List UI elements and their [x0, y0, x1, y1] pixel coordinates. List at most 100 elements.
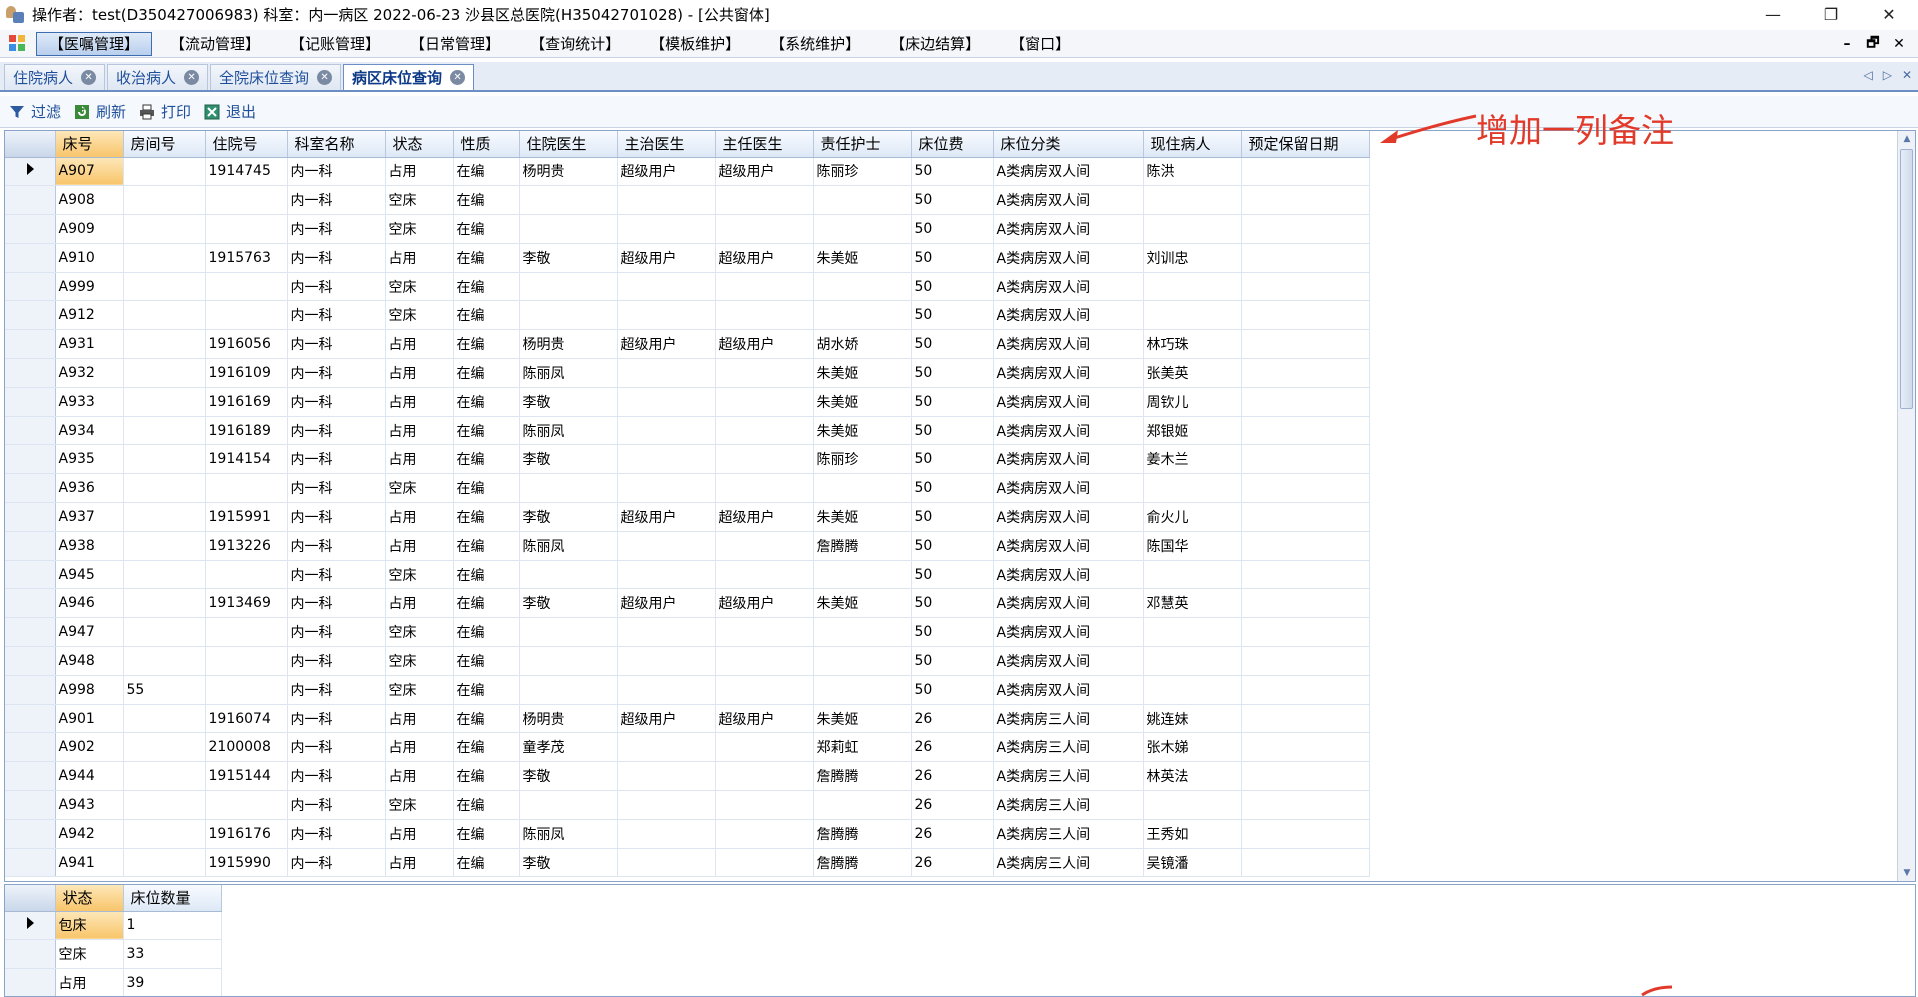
bed-cell[interactable]: A909: [55, 214, 124, 244]
summary-cell[interactable]: 33: [123, 939, 222, 970]
bed-column-header[interactable]: 性质: [453, 131, 520, 158]
bed-cell[interactable]: 杨明贵: [519, 329, 618, 360]
bed-column-header[interactable]: 房间号: [123, 131, 206, 158]
bed-cell[interactable]: [123, 646, 206, 676]
bed-cell[interactable]: [1241, 531, 1370, 561]
bed-cell[interactable]: 李敬: [519, 243, 618, 273]
bed-cell[interactable]: [617, 473, 716, 504]
bed-row[interactable]: A998 55 内一科 空床 在编 50 A类病房双人间: [5, 675, 1370, 705]
bed-cell[interactable]: [519, 646, 618, 676]
bed-cell[interactable]: 朱美姬: [813, 588, 912, 619]
bed-cell[interactable]: 1913469: [205, 588, 288, 619]
bed-column-header[interactable]: 床号: [55, 131, 124, 158]
close-button[interactable]: ✕: [1860, 0, 1918, 28]
bed-cell[interactable]: 内一科: [287, 617, 386, 648]
row-selector[interactable]: [5, 531, 56, 561]
bed-cell[interactable]: 50: [911, 617, 994, 648]
tab-scroll-right-icon[interactable]: ▷: [1883, 68, 1892, 82]
bed-cell[interactable]: [1143, 560, 1242, 590]
bed-cell[interactable]: 在编: [453, 790, 520, 820]
bed-cell[interactable]: 在编: [453, 329, 520, 360]
bed-cell[interactable]: 50: [911, 531, 994, 561]
bed-cell[interactable]: 内一科: [287, 444, 386, 475]
bed-cell[interactable]: 内一科: [287, 790, 386, 820]
summary-cell[interactable]: 1: [123, 911, 222, 941]
bed-row[interactable]: A999 内一科 空床 在编 50 A类病房双人间: [5, 272, 1370, 302]
bed-cell[interactable]: [715, 819, 814, 849]
bed-cell[interactable]: 林巧珠: [1143, 329, 1242, 360]
bed-cell[interactable]: 50: [911, 214, 994, 244]
bed-cell[interactable]: 内一科: [287, 704, 386, 734]
bed-column-header[interactable]: 主任医生: [715, 131, 814, 158]
bed-cell[interactable]: 空床: [385, 272, 454, 302]
bed-cell[interactable]: 詹腾腾: [813, 848, 912, 878]
bed-cell[interactable]: A类病房双人间: [993, 502, 1144, 532]
bed-cell[interactable]: A类病房三人间: [993, 704, 1144, 734]
bed-cell[interactable]: A945: [55, 560, 124, 590]
bed-cell[interactable]: 50: [911, 157, 994, 187]
bed-cell[interactable]: 陈丽珍: [813, 157, 912, 187]
bed-cell[interactable]: 在编: [453, 416, 520, 446]
bed-cell[interactable]: 陈丽凤: [519, 416, 618, 446]
restore-button[interactable]: ❐: [1802, 0, 1860, 28]
row-selector[interactable]: [5, 790, 56, 820]
bed-cell[interactable]: A类病房双人间: [993, 243, 1144, 273]
row-selector[interactable]: [5, 444, 56, 475]
bed-cell[interactable]: [617, 358, 716, 388]
summary-cell[interactable]: 空床: [55, 939, 124, 970]
bed-cell[interactable]: [1241, 300, 1370, 331]
bed-row[interactable]: A902 2100008 内一科 占用 在编 童孝茂 郑莉虹 26 A类病房三人间 张木娣: [5, 732, 1370, 763]
summary-row[interactable]: 空床 33: [5, 939, 222, 970]
bed-cell[interactable]: [715, 185, 814, 216]
bed-cell[interactable]: [1241, 704, 1370, 734]
bed-cell[interactable]: 在编: [453, 358, 520, 388]
bed-cell[interactable]: 占用: [385, 588, 454, 619]
row-selector[interactable]: [5, 732, 56, 763]
bed-column-header[interactable]: 现住病人: [1143, 131, 1242, 158]
bed-cell[interactable]: [715, 790, 814, 820]
bed-cell[interactable]: 50: [911, 675, 994, 705]
bed-cell[interactable]: [813, 214, 912, 244]
bed-cell[interactable]: 空床: [385, 560, 454, 590]
bed-cell[interactable]: 空床: [385, 646, 454, 676]
bed-cell[interactable]: [1241, 588, 1370, 619]
bed-row[interactable]: A908 内一科 空床 在编 50 A类病房双人间: [5, 185, 1370, 216]
bed-cell[interactable]: 50: [911, 272, 994, 302]
bed-cell[interactable]: [1241, 646, 1370, 676]
row-selector[interactable]: [5, 617, 56, 648]
bed-cell[interactable]: [1143, 675, 1242, 705]
bed-row[interactable]: A931 1916056 内一科 占用 在编 杨明贵 超级用户 超级用户 胡水娇 50 A类病房双人…: [5, 329, 1370, 360]
bed-cell[interactable]: [205, 272, 288, 302]
bed-cell[interactable]: 吴镜潘: [1143, 848, 1242, 878]
bed-cell[interactable]: [123, 732, 206, 763]
bed-cell[interactable]: [123, 473, 206, 504]
tab-scroll-left-icon[interactable]: ◁: [1863, 68, 1872, 82]
bed-cell[interactable]: [205, 473, 288, 504]
bed-column-header[interactable]: 床位费: [911, 131, 994, 158]
tab-close-icon[interactable]: ✕: [317, 70, 333, 85]
app-menu-icon[interactable]: [8, 33, 30, 55]
bed-cell[interactable]: 林英法: [1143, 761, 1242, 792]
bed-cell[interactable]: [1143, 185, 1242, 216]
summary-row[interactable]: 包床 1: [5, 911, 222, 941]
bed-cell[interactable]: [205, 617, 288, 648]
bed-cell[interactable]: 超级用户: [715, 329, 814, 360]
summary-row[interactable]: 占用 39: [5, 968, 222, 996]
bed-cell[interactable]: 50: [911, 387, 994, 417]
bed-cell[interactable]: [617, 531, 716, 561]
row-selector[interactable]: [5, 272, 56, 302]
bed-cell[interactable]: A902: [55, 732, 124, 763]
row-selector[interactable]: [5, 416, 56, 446]
bed-cell[interactable]: 50: [911, 588, 994, 619]
bed-cell[interactable]: [1241, 444, 1370, 475]
bed-cell[interactable]: [1241, 560, 1370, 590]
bed-cell[interactable]: 50: [911, 243, 994, 273]
bed-cell[interactable]: 超级用户: [715, 588, 814, 619]
bed-cell[interactable]: 空床: [385, 675, 454, 705]
bed-row[interactable]: A936 内一科 空床 在编 50 A类病房双人间: [5, 473, 1370, 504]
bed-cell[interactable]: [617, 819, 716, 849]
bed-column-header[interactable]: 主治医生: [617, 131, 716, 158]
bed-cell[interactable]: [1241, 502, 1370, 532]
bed-cell[interactable]: 26: [911, 848, 994, 878]
bed-cell[interactable]: 超级用户: [715, 243, 814, 273]
